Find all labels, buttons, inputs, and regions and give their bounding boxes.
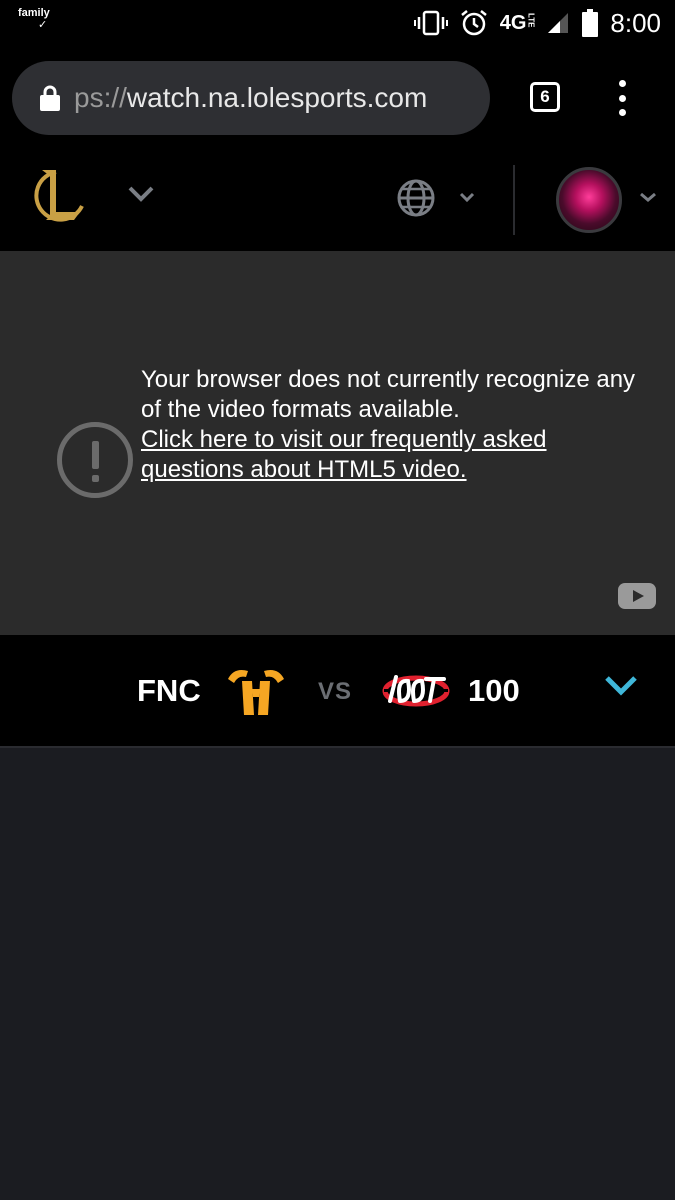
network-icon: 4G LTE: [499, 12, 536, 34]
100-thieves-logo: [382, 675, 450, 707]
status-bar: family ✓ 4G LTE 8:00: [0, 0, 675, 48]
lol-logo[interactable]: [34, 168, 86, 224]
video-player[interactable]: Your browser does not currently recogniz…: [0, 251, 675, 635]
notification-label: family: [18, 7, 50, 19]
notification-indicator: family ✓: [18, 7, 50, 31]
team1-name: FNC: [137, 673, 201, 708]
tab-switcher-button[interactable]: 6: [530, 82, 560, 112]
status-icons: 4G LTE 8:00: [413, 7, 661, 38]
vibrate-icon: [413, 10, 448, 36]
url-text[interactable]: ps://watch.na.lolesports.com: [74, 82, 427, 114]
divider: [513, 165, 515, 235]
html5-faq-link[interactable]: Click here to visit our frequently asked…: [141, 425, 651, 485]
clock: 8:00: [610, 7, 661, 38]
team2-name: 100: [468, 673, 520, 708]
fnatic-logo: [228, 670, 284, 715]
browser-toolbar: ps://watch.na.lolesports.com 6: [0, 48, 675, 148]
menu-dot-icon: [618, 109, 626, 116]
match-selector[interactable]: FNC VS 100: [0, 635, 675, 748]
url-scheme: ps://: [74, 82, 127, 113]
network-sublabel: LTE: [526, 13, 536, 28]
alarm-icon: [460, 10, 487, 36]
versus-label: VS: [318, 678, 353, 705]
tab-count: 6: [540, 87, 550, 106]
signal-icon: [548, 13, 569, 33]
lock-icon[interactable]: [40, 85, 60, 111]
check-icon: ✓: [38, 19, 48, 31]
chevron-down-icon[interactable]: [604, 675, 638, 697]
globe-icon[interactable]: [396, 178, 436, 218]
avatar[interactable]: [556, 167, 622, 233]
url-host: watch.na.lolesports.com: [126, 82, 428, 113]
menu-dot-icon: [618, 80, 626, 87]
battery-icon: [582, 9, 599, 37]
address-bar[interactable]: ps://watch.na.lolesports.com: [12, 61, 490, 135]
browser-menu-button[interactable]: [612, 80, 632, 116]
player-error: Your browser does not currently recogniz…: [141, 365, 651, 485]
alert-icon: [57, 422, 133, 498]
account-chevron-icon[interactable]: [639, 192, 657, 202]
error-message: Your browser does not currently recogniz…: [141, 366, 636, 423]
network-label: 4G: [499, 12, 527, 34]
menu-dot-icon: [618, 94, 626, 102]
youtube-icon[interactable]: [618, 583, 656, 609]
site-header: [0, 148, 675, 253]
chevron-down-icon[interactable]: [128, 186, 154, 202]
language-chevron-icon[interactable]: [459, 192, 475, 202]
